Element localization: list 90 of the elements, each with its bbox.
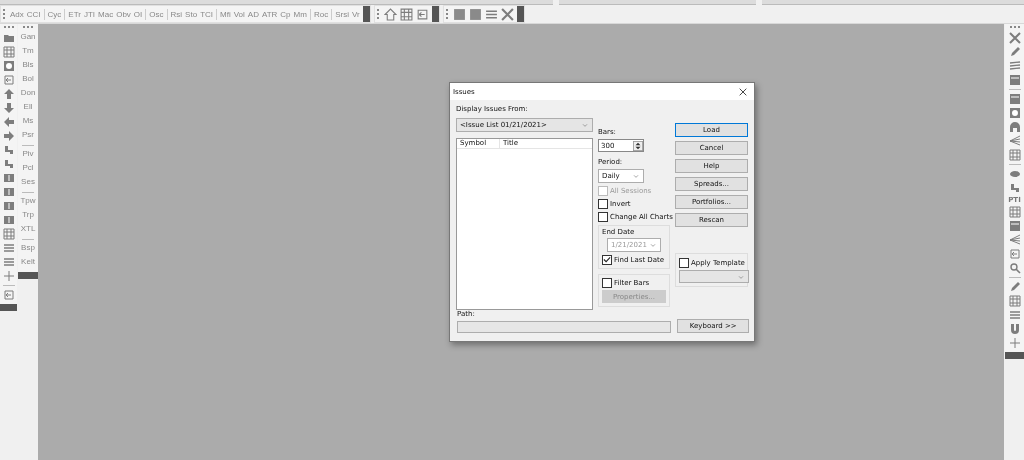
toolbar-button[interactable]: Piv (22, 149, 34, 161)
left-arrow-icon[interactable] (2, 116, 15, 128)
spin-arrows-icon[interactable] (633, 139, 643, 152)
toolbar-button[interactable]: Bol (22, 74, 34, 86)
path-field[interactable] (457, 321, 672, 333)
toolbar-button[interactable]: Mm (293, 9, 307, 19)
toolbar-button[interactable]: Vr (351, 9, 360, 19)
search-icon[interactable] (1008, 262, 1021, 274)
fan-icon[interactable] (1008, 135, 1021, 147)
grid-icon[interactable] (399, 7, 413, 21)
zigzag-icon[interactable] (1008, 60, 1021, 72)
crosshair-icon[interactable] (1008, 337, 1021, 349)
toolbar-button[interactable]: Sto (185, 9, 198, 19)
square-icon[interactable] (468, 7, 482, 21)
down-arrow-icon[interactable] (2, 102, 15, 114)
checkmark-icon (603, 255, 611, 264)
crosshair-icon[interactable] (2, 270, 15, 282)
lines-icon[interactable] (1008, 309, 1021, 321)
up-arrow-icon[interactable] (2, 88, 15, 100)
toolbar-button[interactable]: Don (20, 88, 36, 100)
toolbar-button[interactable]: ATR (261, 9, 278, 19)
toolbar-button[interactable]: AD (247, 9, 259, 19)
toolbar-button[interactable]: JTI (83, 9, 96, 19)
panel-icon[interactable] (1008, 93, 1021, 105)
toolbar-button[interactable]: Srsi (335, 9, 349, 19)
toolbar-button[interactable]: Mfi (220, 9, 231, 19)
toolbar-button[interactable]: Vol (233, 9, 245, 19)
step-icon[interactable] (1008, 182, 1021, 194)
toolbar-button[interactable]: Ms (22, 116, 34, 128)
split-icon[interactable] (2, 214, 15, 226)
panel-icon[interactable] (1008, 74, 1021, 86)
toolbar-button[interactable]: ETr (68, 9, 81, 19)
toolbar-grip[interactable] (445, 9, 450, 19)
house-icon[interactable] (383, 7, 397, 21)
cross-icon[interactable] (500, 7, 514, 21)
arch-icon[interactable] (1008, 121, 1021, 133)
right-arrow-icon[interactable] (2, 130, 15, 142)
square-icon[interactable] (452, 7, 466, 21)
step-icon[interactable] (2, 144, 15, 156)
magnet-icon[interactable] (1008, 323, 1021, 335)
toolbar-button[interactable]: OI (133, 9, 143, 19)
toolbar-button[interactable]: Osc (149, 9, 164, 19)
toolbar-button[interactable]: Tm (22, 46, 34, 58)
toolbar-button[interactable]: Gan (20, 32, 36, 44)
grid-icon[interactable] (1008, 206, 1021, 218)
split-icon[interactable] (2, 200, 15, 212)
toolbar-grip[interactable] (3, 9, 7, 19)
lines-icon[interactable] (484, 7, 498, 21)
toolbar-menu-button[interactable] (516, 6, 524, 22)
toolbar-button[interactable]: Mac (98, 9, 114, 19)
toolbar-button[interactable]: Ses (21, 177, 35, 189)
toolbar-button[interactable]: Cp (280, 9, 291, 19)
toolbar-button[interactable]: Psr (22, 130, 34, 142)
grid-icon[interactable] (1008, 149, 1021, 161)
toolbar-menu-button[interactable] (362, 6, 370, 22)
split-icon[interactable] (2, 172, 15, 184)
pencil-icon[interactable] (1008, 46, 1021, 58)
step-icon[interactable] (2, 158, 15, 170)
grid-icon[interactable] (2, 46, 15, 58)
toolbar-button[interactable]: Trp (22, 210, 34, 222)
toolbar-button[interactable]: XTL (20, 224, 36, 236)
toolbar-button[interactable]: Kelt (21, 257, 35, 269)
toolbar-button[interactable]: Roc (313, 9, 329, 19)
folder-icon[interactable] (2, 32, 15, 44)
toolbar-grip[interactable] (376, 9, 381, 19)
toolbar-button[interactable]: Obv (116, 9, 131, 19)
lines-icon[interactable] (2, 256, 15, 268)
grid-icon[interactable] (1008, 295, 1021, 307)
toolbar-grip[interactable] (3, 26, 14, 30)
grid-icon[interactable] (2, 228, 15, 240)
toolbar-button[interactable]: Adx (10, 9, 24, 19)
toolbar-grip[interactable] (23, 26, 33, 30)
cross-icon[interactable] (1008, 32, 1021, 44)
split-icon[interactable] (2, 186, 15, 198)
toolbar-button[interactable]: TCI (200, 9, 213, 19)
toolbar-button[interactable]: Ell (23, 102, 33, 114)
pencil-icon[interactable] (1008, 281, 1021, 293)
toolbar-menu-button[interactable] (431, 6, 439, 22)
toolbar-button[interactable]: Cyc (47, 9, 62, 19)
fan-icon[interactable] (1008, 234, 1021, 246)
toolbar-button[interactable]: Tpw (20, 196, 36, 208)
toolbar-grip[interactable] (1009, 26, 1020, 30)
lines-icon[interactable] (2, 242, 15, 254)
toolbar-button[interactable]: Bls (22, 60, 34, 72)
toolbar-button[interactable]: Bsp (21, 243, 35, 255)
toolbar-button[interactable]: CCI (26, 9, 41, 19)
close-icon[interactable] (738, 86, 748, 97)
toolbar-button[interactable]: Pcl (22, 163, 34, 175)
toolbar-button[interactable]: Rsi (170, 9, 183, 19)
panel-icon[interactable] (1008, 220, 1021, 232)
